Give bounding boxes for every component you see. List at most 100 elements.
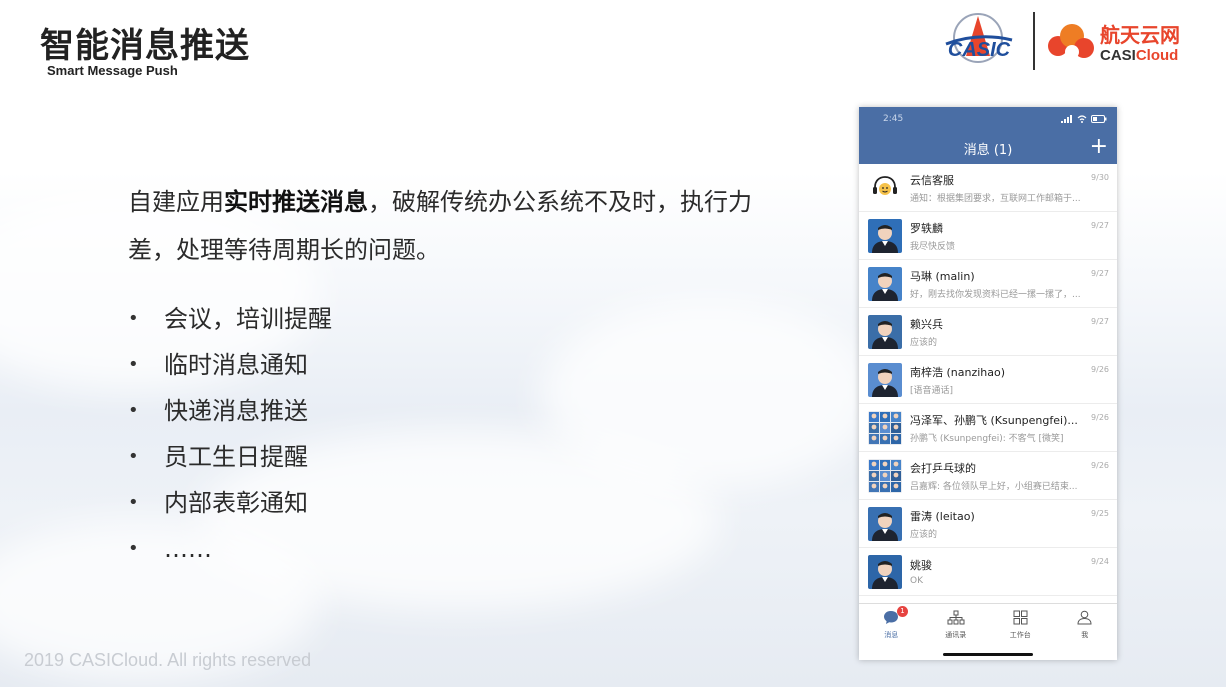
chat-row[interactable]: 雷涛 (leitao) 应该的 9/25 bbox=[859, 500, 1117, 548]
chat-row[interactable]: 云信客服 通知：根据集团要求，互联网工作邮箱于... 9/30 bbox=[859, 164, 1117, 212]
chat-preview: 吕嘉辉: 各位领队早上好，小组赛已结束... bbox=[910, 481, 1078, 492]
chat-preview: 应该的 bbox=[910, 529, 938, 540]
svg-text:CASICloud: CASICloud bbox=[1100, 47, 1178, 64]
avatar bbox=[868, 554, 902, 589]
signal-icon bbox=[1061, 115, 1072, 123]
unread-badge: 1 bbox=[897, 606, 908, 617]
chat-text: 冯泽军、孙鹏飞 (Ksunpengfei)... 孙鹏飞 (Ksunpengfei… bbox=[910, 412, 1117, 444]
tab-label: 我 bbox=[1081, 631, 1089, 639]
chat-name: 冯泽军、孙鹏飞 (Ksunpengfei)... bbox=[910, 413, 1078, 427]
chat-text: 马琳 (malin) 好，刚去找你发现资料已经一摞一摞了，... bbox=[910, 268, 1117, 300]
casicloud-logo-cn: 航天云网 bbox=[1100, 23, 1180, 47]
chat-text: 赖兴兵 应该的 bbox=[910, 316, 1117, 348]
chat-row[interactable]: 马琳 (malin) 好，刚去找你发现资料已经一摞一摞了，... 9/27 bbox=[859, 260, 1117, 308]
tab-bar: 1 消息 通讯录 工作台 我 bbox=[859, 603, 1117, 660]
intro-prefix: 自建应用 bbox=[128, 188, 224, 216]
chat-date: 9/26 bbox=[1091, 365, 1109, 374]
chat-name: 南梓浩 (nanzihao) bbox=[910, 365, 1006, 379]
chat-preview: 好，刚去找你发现资料已经一摞一摞了，... bbox=[910, 289, 1081, 300]
chat-date: 9/24 bbox=[1091, 557, 1109, 566]
tab-me[interactable]: 我 bbox=[1053, 604, 1118, 660]
tab-label: 工作台 bbox=[1009, 631, 1031, 639]
chat-row[interactable]: 赖兴兵 应该的 9/27 bbox=[859, 308, 1117, 356]
chat-preview: 我尽快反馈 bbox=[910, 241, 956, 252]
grid-icon bbox=[1013, 610, 1028, 625]
nav-bar: 消息 (1) + bbox=[859, 131, 1117, 164]
feature-item: 会议，培训提醒 bbox=[128, 296, 332, 342]
feature-item: 员工生日提醒 bbox=[128, 434, 332, 480]
chat-name: 赖兴兵 bbox=[910, 317, 943, 331]
add-icon[interactable]: + bbox=[1090, 133, 1108, 161]
intro-paragraph: 自建应用实时推送消息，破解传统办公系统不及时，执行力差，处理等待周期长的问题。 bbox=[128, 178, 768, 274]
phone-screenshot: 2:45 消息 (1) + 云信客服 通知：根据集团要求，互联网工作邮箱于... 9… bbox=[859, 107, 1117, 660]
avatar bbox=[868, 266, 902, 301]
avatar bbox=[868, 362, 902, 397]
chat-row[interactable]: 姚骏 OK 9/24 bbox=[859, 548, 1117, 596]
copyright-footer: 2019 CASICloud. All rights reserved bbox=[24, 650, 312, 670]
chat-date: 9/30 bbox=[1091, 173, 1109, 182]
chat-row[interactable]: 罗轶麟 我尽快反馈 9/27 bbox=[859, 212, 1117, 260]
chat-text: 会打乒乓球的吕嘉辉: 各位领队早上好，小组赛已结束... bbox=[910, 460, 1117, 492]
chat-preview: 通知：根据集团要求，互联网工作邮箱于... bbox=[910, 193, 1081, 204]
chat-text: 云信客服通知：根据集团要求，互联网工作邮箱于... bbox=[910, 172, 1117, 204]
chat-date: 9/27 bbox=[1091, 269, 1109, 278]
feature-item: …… bbox=[128, 526, 332, 572]
slide-subtitle: Smart Message Push bbox=[47, 63, 178, 78]
avatar bbox=[868, 506, 902, 541]
chat-name: 雷涛 (leitao) bbox=[910, 509, 975, 523]
logo-divider bbox=[1033, 12, 1035, 70]
chat-text: 姚骏 OK bbox=[910, 557, 1117, 586]
chat-name: 姚骏 bbox=[910, 559, 932, 572]
avatar bbox=[868, 218, 902, 253]
feature-item: 快递消息推送 bbox=[128, 388, 332, 434]
nav-title: 消息 (1) bbox=[963, 143, 1013, 158]
chat-date: 9/26 bbox=[1091, 413, 1109, 422]
status-time: 2:45 bbox=[883, 114, 904, 124]
battery-icon bbox=[1091, 115, 1107, 123]
cloud-decoration bbox=[540, 300, 880, 490]
slide-title: 智能消息推送 bbox=[40, 26, 250, 66]
feature-item: 内部表彰通知 bbox=[128, 480, 332, 526]
tab-label: 消息 bbox=[884, 631, 899, 639]
casic-logo-text: CASIC bbox=[948, 39, 1011, 61]
tab-contacts[interactable]: 通讯录 bbox=[924, 604, 989, 660]
chat-name: 云信客服 bbox=[910, 173, 954, 187]
group-avatar bbox=[868, 410, 902, 445]
chat-date: 9/26 bbox=[1091, 461, 1109, 470]
chat-list: 云信客服 通知：根据集团要求，互联网工作邮箱于... 9/30 罗轶麟 我尽快反馈 9/2… bbox=[859, 164, 1117, 644]
chat-row[interactable]: 会打乒乓球的 吕嘉辉: 各位领队早上好，小组赛已结束... 9/26 bbox=[859, 452, 1117, 500]
status-icons bbox=[1061, 115, 1107, 123]
feature-item: 临时消息通知 bbox=[128, 342, 332, 388]
chat-preview: 应该的 bbox=[910, 337, 938, 348]
wifi-icon bbox=[1077, 115, 1087, 123]
chat-date: 9/27 bbox=[1091, 221, 1109, 230]
chat-preview: [语音通话] bbox=[910, 385, 954, 396]
chat-name: 会打乒乓球的 bbox=[910, 461, 976, 475]
chat-name: 罗轶麟 bbox=[910, 221, 943, 235]
home-indicator[interactable] bbox=[943, 653, 1033, 656]
avatar bbox=[868, 314, 902, 349]
chat-preview: OK bbox=[910, 576, 923, 586]
intro-highlight: 实时推送消息 bbox=[224, 188, 368, 216]
chat-row[interactable]: 南梓浩 (nanzihao) [语音通话] 9/26 bbox=[859, 356, 1117, 404]
chat-date: 9/25 bbox=[1091, 509, 1109, 518]
feature-list: 会议，培训提醒 临时消息通知 快递消息推送 员工生日提醒 内部表彰通知 …… bbox=[128, 296, 332, 572]
casicloud-logo-cloud: Cloud bbox=[1136, 47, 1179, 64]
tab-workbench[interactable]: 工作台 bbox=[988, 604, 1053, 660]
casic-logo: CASIC bbox=[945, 13, 1013, 63]
chat-text: 南梓浩 (nanzihao) [语音通话] bbox=[910, 364, 1117, 396]
chat-row[interactable]: 冯泽军、孙鹏飞 (Ksunpengfei)... 孙鹏飞 (Ksunpengfei… bbox=[859, 404, 1117, 452]
chat-date: 9/27 bbox=[1091, 317, 1109, 326]
chat-name: 马琳 (malin) bbox=[910, 269, 975, 283]
headset-icon bbox=[868, 170, 902, 205]
chat-preview: 孙鹏飞 (Ksunpengfei): 不客气 [微笑] bbox=[910, 433, 1064, 444]
casicloud-logo: 航天云网 CASICloud bbox=[1048, 23, 1180, 64]
org-chart-icon bbox=[947, 610, 965, 625]
chat-text: 雷涛 (leitao) 应该的 bbox=[910, 508, 1117, 540]
tab-messages[interactable]: 1 消息 bbox=[859, 604, 924, 660]
casicloud-logo-casi: CASI bbox=[1100, 47, 1136, 64]
status-bar: 2:45 bbox=[859, 107, 1117, 131]
group-avatar bbox=[868, 458, 902, 493]
tab-label: 通讯录 bbox=[945, 631, 967, 639]
chat-text: 罗轶麟 我尽快反馈 bbox=[910, 220, 1117, 252]
